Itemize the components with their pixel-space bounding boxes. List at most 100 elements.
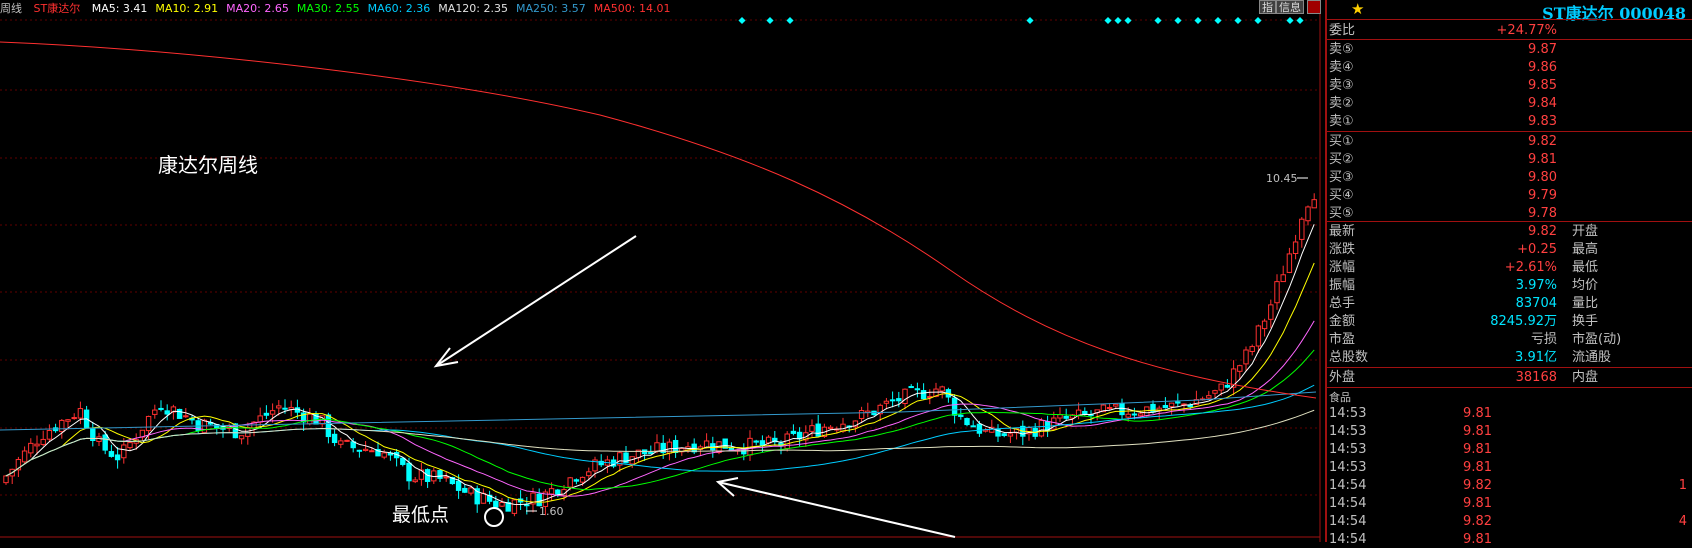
signal-marker: [1214, 16, 1222, 25]
candle-body: [307, 413, 313, 425]
signal-marker: [1234, 16, 1242, 25]
sell-price: 9.84: [1528, 96, 1557, 111]
annotation-arrow-head: [433, 347, 459, 368]
kline-chart-area[interactable]: 康达尔周线 最低点 1.60 10.45 周线 ST康达尔 MA5: 3.41 MA10…: [0, 0, 1324, 542]
tick-price: 9.81: [1463, 496, 1492, 511]
buy-label: 买②: [1329, 152, 1354, 167]
candle-body: [121, 444, 127, 459]
buy-price: 9.80: [1528, 170, 1557, 185]
candle-body: [883, 400, 890, 404]
candle-body: [920, 390, 927, 400]
candle-body: [183, 415, 189, 418]
candle-body: [809, 425, 815, 432]
candle-body: [269, 410, 276, 415]
candle-body: [567, 477, 573, 488]
stat-value: 9.82: [1528, 224, 1557, 239]
sell-label: 卖④: [1329, 60, 1354, 75]
tick-price: 9.81: [1463, 424, 1492, 439]
stat-value: 8245.92万: [1490, 314, 1557, 329]
buy-label: 买⑤: [1329, 206, 1354, 221]
candle-body: [902, 388, 908, 404]
ticks-header-row: 食品: [1327, 389, 1692, 406]
candle-body: [282, 407, 288, 410]
sell-price: 9.87: [1528, 42, 1557, 57]
stat-row: 最新 9.82 开盘: [1327, 223, 1692, 240]
candle-body: [71, 417, 77, 420]
outer-value: 38168: [1515, 370, 1557, 385]
kline-chart[interactable]: 康达尔周线最低点 1.60 10.45: [0, 0, 1324, 542]
tick-price: 9.81: [1463, 532, 1492, 547]
candle-body: [511, 499, 518, 514]
weibi-row: 委比 +24.77%: [1327, 22, 1692, 39]
tick-row: 14:53 9.81: [1327, 405, 1692, 422]
candle-body: [648, 452, 654, 455]
index-button[interactable]: 指: [1259, 0, 1276, 14]
candle-body: [263, 412, 270, 416]
stat-label: 金额: [1329, 314, 1356, 329]
stock-title: ST康达尔 000048: [1542, 4, 1686, 23]
tick-row: 14:54 9.81: [1327, 531, 1692, 548]
candle-body: [1001, 433, 1007, 437]
candle-body: [145, 415, 152, 432]
candle-body: [1007, 433, 1014, 437]
buy-price: 9.81: [1528, 152, 1557, 167]
signal-marker: [786, 16, 794, 25]
stat-label: 涨幅: [1329, 260, 1356, 275]
tick-volume: 1: [1678, 478, 1687, 493]
outer-row: 外盘 38168 内盘: [1327, 369, 1692, 386]
tick-row: 14:53 9.81: [1327, 441, 1692, 458]
candle-body: [1113, 403, 1119, 407]
stat-row: 涨跌 +0.25 最高: [1327, 241, 1692, 258]
stat-row: 金额 8245.92万 换手: [1327, 313, 1692, 330]
buy-label: 买③: [1329, 170, 1354, 185]
ma10-line: [5, 262, 1315, 503]
tick-time: 14:53: [1329, 442, 1367, 457]
candle-body: [102, 434, 108, 451]
candle-body: [443, 476, 449, 479]
candle-body: [536, 493, 542, 507]
ticks-header: 食品: [1329, 391, 1351, 404]
inner-label: 内盘: [1572, 370, 1599, 385]
tick-price: 9.82: [1463, 514, 1492, 529]
candle-body: [1038, 420, 1045, 437]
favorite-star-icon[interactable]: ★: [1351, 0, 1364, 18]
candle-body: [1206, 395, 1212, 399]
stat-label: 总手: [1329, 296, 1356, 311]
signal-marker: [766, 16, 774, 25]
candle-body: [815, 423, 821, 437]
candle-body: [59, 419, 65, 433]
candle-body: [1106, 406, 1113, 409]
candle-body: [790, 430, 797, 434]
candle-body: [1286, 253, 1293, 273]
signal-marker: [738, 16, 746, 25]
candle-body: [1305, 206, 1311, 222]
candle-body: [1218, 383, 1224, 391]
tick-row: 14:54 9.82 4: [1327, 513, 1692, 530]
candle-body: [1162, 405, 1169, 409]
low-price-label: 1.60: [539, 505, 564, 518]
stat-label: 振幅: [1329, 278, 1356, 293]
tick-row: 14:53 9.81: [1327, 423, 1692, 440]
buy-row: 买① 9.82: [1327, 133, 1692, 150]
candle-body: [468, 487, 474, 494]
flag-icon[interactable]: [1307, 0, 1321, 14]
candle-body: [276, 405, 282, 409]
candle-body: [970, 425, 976, 428]
candle-body: [573, 479, 580, 482]
candle-body: [654, 442, 660, 452]
chart-title-annotation: 康达尔周线: [158, 153, 258, 177]
buy-label: 买①: [1329, 134, 1354, 149]
low-point-label: 最低点: [392, 504, 449, 526]
candle-body: [77, 408, 84, 419]
sell-price: 9.86: [1528, 60, 1557, 75]
candle-body: [108, 451, 115, 457]
stat-label-right: 均价: [1572, 278, 1599, 293]
tick-time: 14:54: [1329, 532, 1367, 547]
candle-body: [1212, 390, 1218, 394]
candle-body: [759, 440, 766, 446]
candle-body: [1311, 199, 1317, 209]
buy-price: 9.82: [1528, 134, 1557, 149]
stat-label: 最新: [1329, 224, 1356, 239]
weibi-value: +24.77%: [1496, 23, 1557, 38]
info-button[interactable]: 信息: [1276, 0, 1304, 14]
